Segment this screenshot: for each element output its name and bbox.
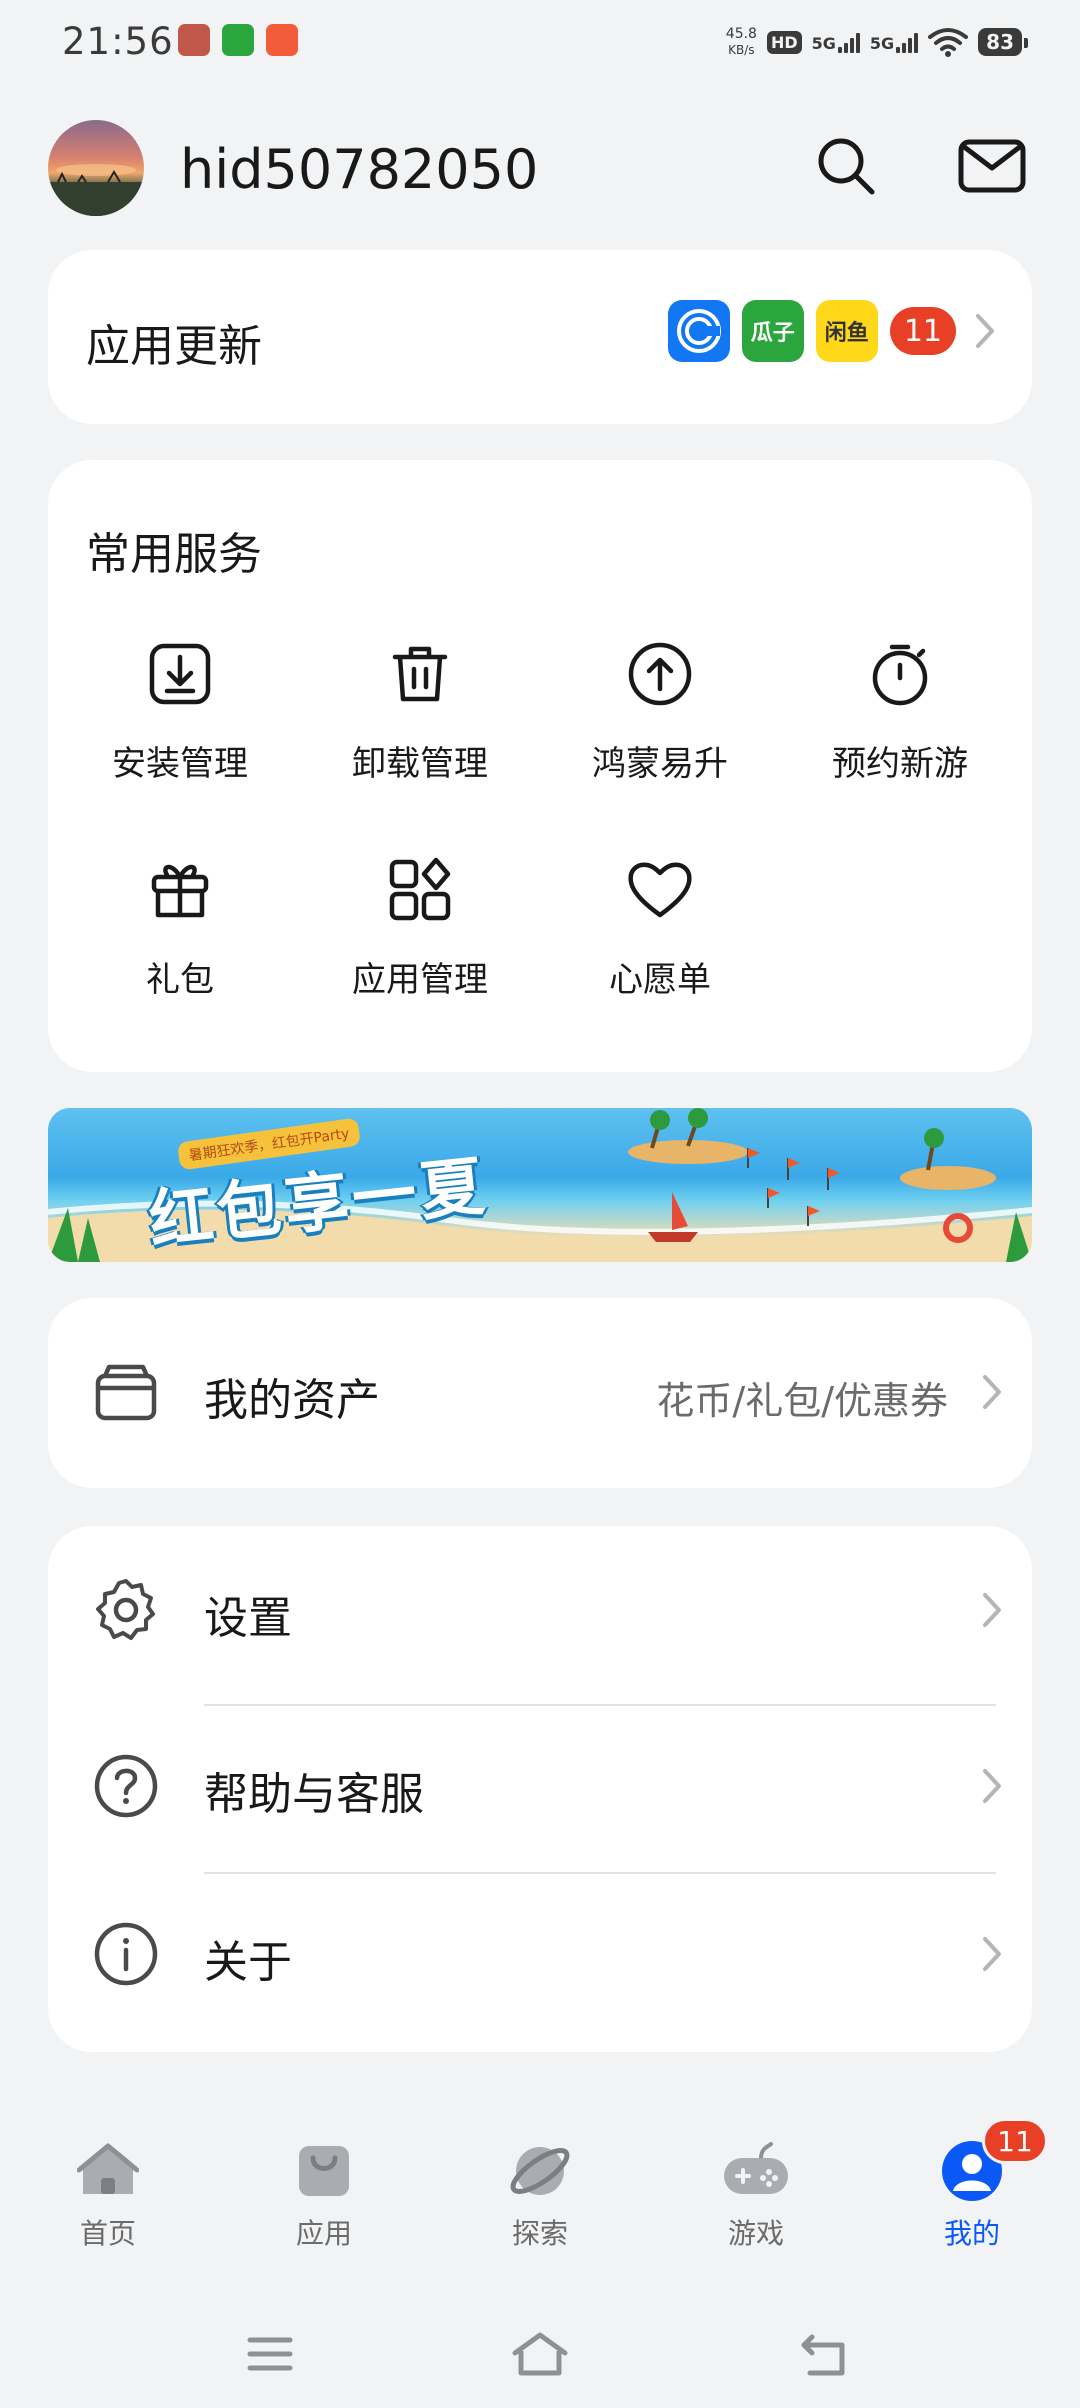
mail-icon[interactable] [954, 128, 1030, 204]
stopwatch-icon [860, 634, 940, 714]
service-label: 应用管理 [352, 960, 488, 1000]
service-label: 心愿单 [609, 960, 711, 1000]
service-label: 预约新游 [832, 744, 968, 784]
net-speed-value: 45.8 [725, 26, 757, 42]
status-bar: 21:56 45.8 KB/s HD 5G 5G 83 [0, 0, 1080, 84]
settings-row[interactable]: 设置 [48, 1526, 1032, 1694]
service-gift[interactable]: 礼包 [60, 850, 300, 1001]
home-nav-icon[interactable] [508, 2326, 572, 2382]
tab-home[interactable]: 首页 [0, 2136, 216, 2252]
update-app-icon [667, 300, 730, 362]
system-nav-bar [0, 2300, 1080, 2408]
chevron-right-icon [982, 1592, 1002, 1632]
tab-explore[interactable]: 探索 [432, 2136, 648, 2252]
net-speed-unit: KB/s [728, 43, 755, 57]
wifi-icon [928, 28, 969, 57]
heart-icon [620, 850, 700, 930]
tab-apps[interactable]: 应用 [216, 2136, 432, 2252]
signal-label-2: 5G [869, 34, 895, 53]
my-assets-label: 我的资产 [204, 1375, 380, 1426]
gear-icon [86, 1570, 166, 1650]
trash-icon [380, 634, 460, 714]
update-app-icon-guazi: 瓜子 [741, 300, 804, 362]
settings-list-card: 设置 帮助与客服 关于 [48, 1526, 1032, 2052]
service-label: 安装管理 [112, 744, 248, 784]
wallet-icon [86, 1353, 166, 1433]
tab-me-badge: 11 [982, 2118, 1048, 2164]
tab-label: 探索 [511, 2217, 568, 2250]
service-label: 鸿蒙易升 [592, 744, 728, 784]
avatar[interactable] [48, 120, 144, 216]
service-app-manage[interactable]: 应用管理 [300, 850, 540, 1001]
update-app-icon-xianyu: 闲鱼 [815, 300, 878, 362]
services-card: 常用服务 安装管理 卸载管理 鸿蒙易升 预约新游 礼包 应用管理 心愿单 [48, 460, 1032, 1072]
app-update-preview: 瓜子 闲鱼 11 [667, 300, 1002, 362]
service-harmony-upgrade[interactable]: 鸿蒙易升 [540, 634, 780, 785]
help-label: 帮助与客服 [204, 1769, 424, 1820]
tab-games[interactable]: 游戏 [648, 2136, 864, 2252]
tab-label: 我的 [943, 2217, 1000, 2250]
upgrade-icon [620, 634, 700, 714]
update-count-badge: 11 [889, 307, 956, 355]
hd-icon: HD [766, 30, 802, 54]
menu-icon[interactable] [238, 2326, 302, 2382]
help-icon [86, 1746, 166, 1826]
app-grid-icon [380, 850, 460, 930]
gift-icon [140, 850, 220, 930]
signal-icon-2: 5G [869, 31, 919, 53]
install-icon [140, 634, 220, 714]
help-row[interactable]: 帮助与客服 [48, 1706, 1032, 1872]
service-label: 卸载管理 [352, 744, 488, 784]
net-speed: 45.8 KB/s [726, 26, 757, 58]
chevron-right-icon [982, 1936, 1002, 1976]
app-update-card[interactable]: 应用更新 瓜子 闲鱼 11 [48, 250, 1032, 424]
my-assets-detail: 花币/礼包/优惠券 [656, 1379, 948, 1423]
signal-icon: 5G [812, 31, 860, 53]
planet-icon [505, 2136, 575, 2206]
services-title: 常用服务 [86, 529, 262, 580]
battery-icon: 83 [978, 28, 1028, 56]
my-assets-card[interactable]: 我的资产 花币/礼包/优惠券 [48, 1298, 1032, 1488]
home-icon [73, 2136, 143, 2206]
service-install-manage[interactable]: 安装管理 [60, 634, 300, 785]
status-indicators: 45.8 KB/s HD 5G 5G 83 [726, 20, 1028, 64]
gamepad-icon [721, 2136, 791, 2206]
status-app-icon-guazi [222, 24, 254, 56]
signal-label: 5G [811, 34, 836, 53]
promo-banner[interactable]: 暑期狂欢季，红包开Party 红包享一夏 [48, 1108, 1032, 1262]
service-reserve-games[interactable]: 预约新游 [780, 634, 1020, 785]
app-update-title: 应用更新 [86, 321, 262, 372]
tab-me[interactable]: 我的 11 [864, 2118, 1080, 2252]
search-icon[interactable] [808, 128, 884, 204]
tab-label: 游戏 [727, 2217, 784, 2250]
status-app-icon-beike [266, 24, 298, 56]
info-icon [86, 1914, 166, 1994]
tab-label: 首页 [79, 2217, 136, 2250]
service-label: 礼包 [146, 960, 214, 1000]
status-time: 21:56 [62, 20, 174, 63]
back-icon[interactable] [792, 2326, 856, 2382]
chevron-right-icon [982, 1374, 1002, 1414]
service-uninstall-manage[interactable]: 卸载管理 [300, 634, 540, 785]
settings-label: 设置 [204, 1593, 292, 1644]
status-app-icon-game [178, 24, 210, 56]
shopping-bag-icon [289, 2136, 359, 2206]
about-label: 关于 [204, 1937, 292, 1988]
about-row[interactable]: 关于 [48, 1874, 1032, 2044]
tab-label: 应用 [295, 2217, 352, 2250]
service-wishlist[interactable]: 心愿单 [540, 850, 780, 1001]
chevron-right-icon [982, 1768, 1002, 1808]
username[interactable]: hid50782050 [180, 138, 538, 201]
chevron-right-icon [968, 311, 1002, 351]
